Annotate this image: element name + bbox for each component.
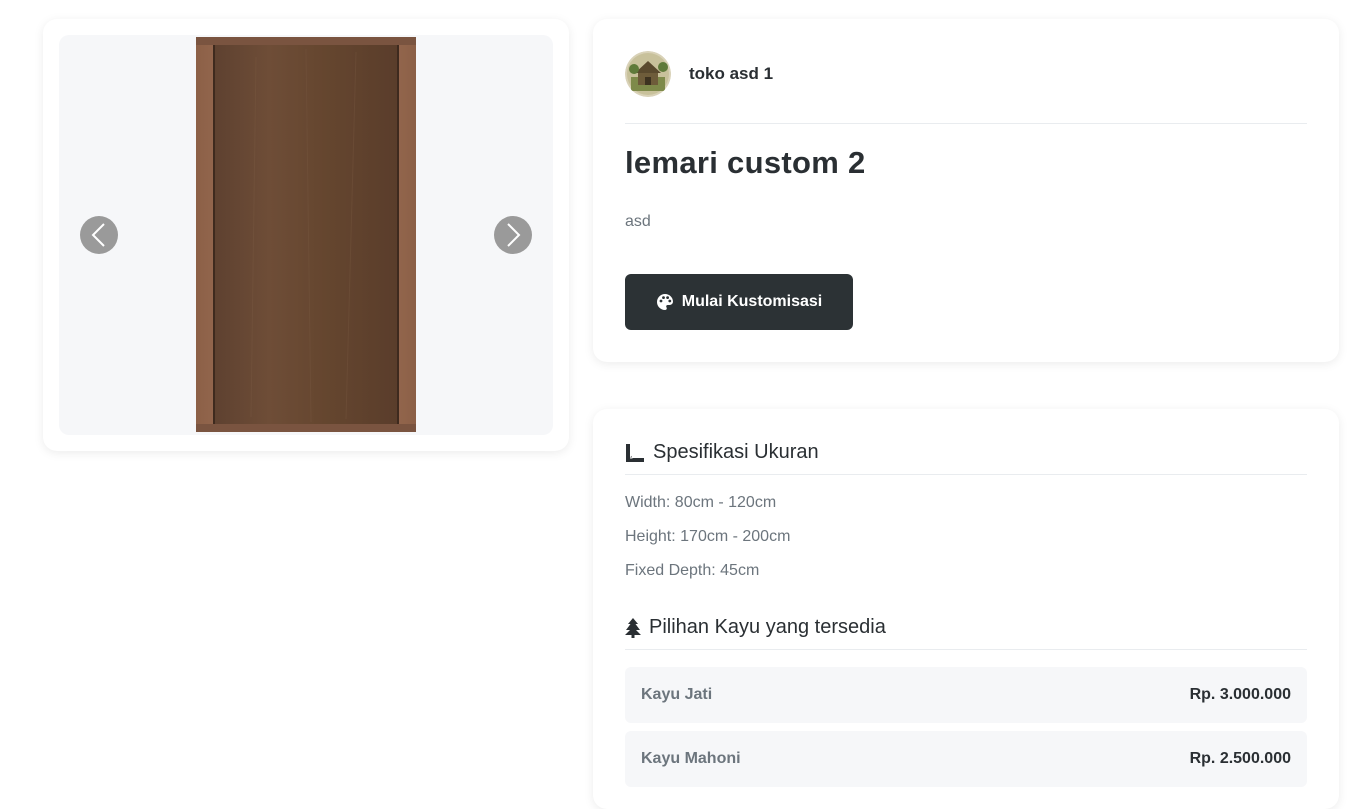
spec-width: Width: 80cm - 120cm [625, 494, 777, 511]
gallery-stage [59, 35, 553, 435]
start-customization-label: Mulai Kustomisasi [681, 293, 823, 310]
carousel-prev-button[interactable] [80, 216, 118, 254]
start-customization-button[interactable]: Mulai Kustomisasi [625, 274, 853, 330]
size-spec-title: Spesifikasi Ukuran [653, 441, 819, 463]
store-info[interactable]: toko asd 1 [625, 51, 773, 97]
wood-option-price: Rp. 3.000.000 [1189, 686, 1291, 703]
chevron-left-icon [91, 223, 105, 247]
chevron-right-icon [507, 223, 521, 247]
product-description: asd [625, 213, 651, 230]
product-title: lemari custom 2 [625, 145, 866, 180]
store-avatar-image [625, 51, 671, 97]
divider [625, 474, 1307, 475]
spec-height: Height: 170cm - 200cm [625, 528, 791, 545]
wood-options-heading: Pilihan Kayu yang tersedia [625, 616, 886, 639]
tree-icon [625, 617, 641, 638]
palette-icon [656, 294, 673, 310]
divider [625, 123, 1307, 124]
wood-option-name: Kayu Mahoni [641, 750, 741, 767]
carousel-next-button[interactable] [494, 216, 532, 254]
wood-option-price: Rp. 2.500.000 [1189, 750, 1291, 767]
divider [625, 649, 1307, 650]
product-gallery-card [43, 19, 569, 451]
wood-option-row[interactable]: Kayu Jati Rp. 3.000.000 [625, 667, 1307, 723]
ruler-icon [626, 443, 644, 462]
specification-card: Spesifikasi Ukuran Width: 80cm - 120cm H… [593, 409, 1339, 809]
spec-depth: Fixed Depth: 45cm [625, 562, 760, 579]
product-info-card: toko asd 1 lemari custom 2 asd Mulai Kus… [593, 19, 1339, 362]
wood-options-title: Pilihan Kayu yang tersedia [649, 616, 886, 638]
store-avatar[interactable] [625, 51, 671, 97]
product-image [196, 37, 416, 432]
store-name[interactable]: toko asd 1 [689, 64, 773, 84]
wood-option-row[interactable]: Kayu Mahoni Rp. 2.500.000 [625, 731, 1307, 787]
size-spec-heading: Spesifikasi Ukuran [625, 441, 819, 464]
wood-option-name: Kayu Jati [641, 686, 713, 703]
